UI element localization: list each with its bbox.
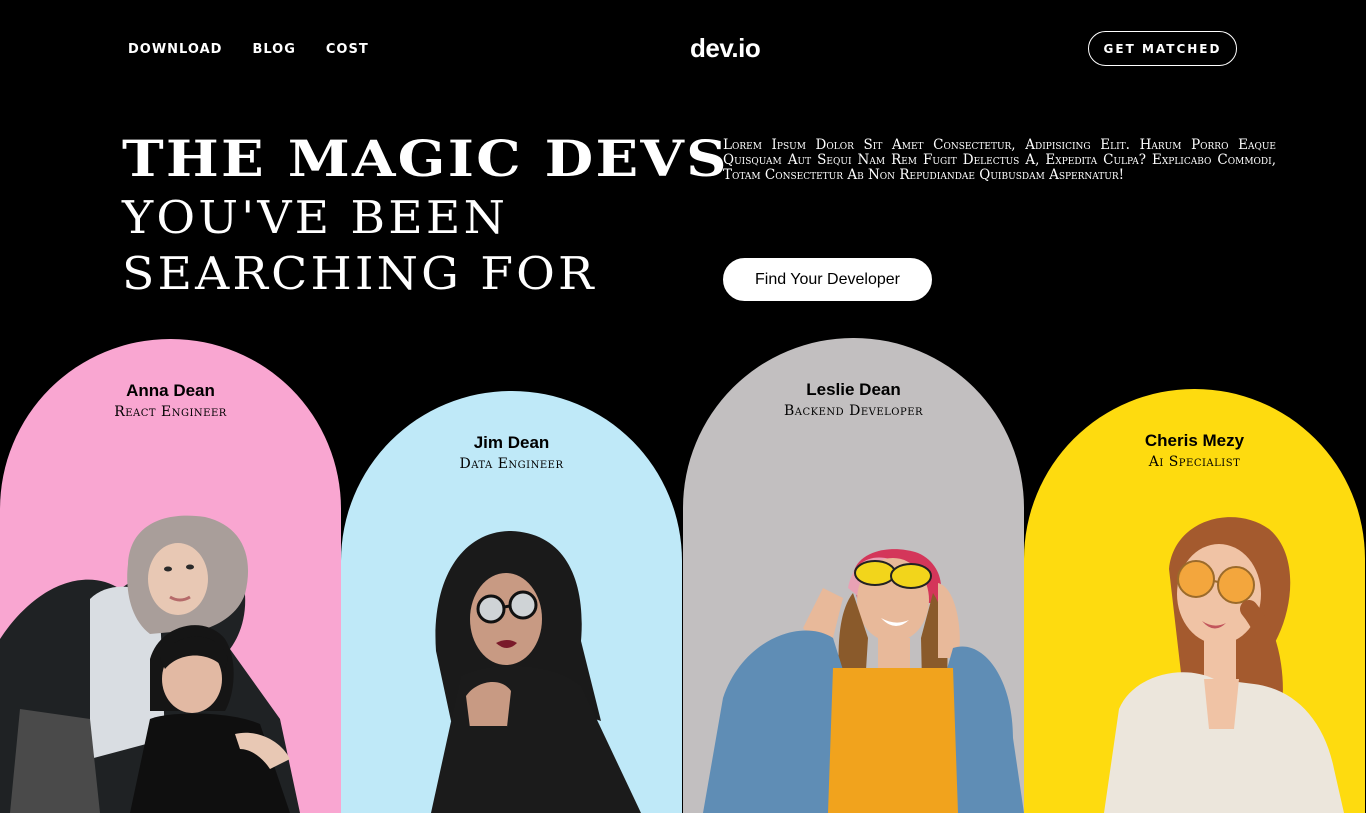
hero-title-line-3: SEARCHING FOR [122,247,597,300]
get-matched-button[interactable]: GET MATCHED [1088,31,1237,66]
nav-links: DOWNLOAD BLOG COST [128,42,369,57]
developer-photo [431,531,641,813]
logo[interactable]: dev.io [690,33,761,64]
developer-card-cheris[interactable]: Cheris Mezy Ai Specialist [1024,389,1365,813]
developer-photo [703,549,1024,813]
hero-title-line-1: THE MAGIC DEVS [122,129,729,188]
developer-photo [0,515,300,813]
developer-card-jim[interactable]: Jim Dean Data Engineer [341,391,682,813]
developer-card-anna[interactable]: Anna Dean React Engineer [0,339,341,813]
hero-title-line-2: YOU'VE BEEN [122,191,509,244]
hero-title: THE MAGIC DEVS YOU'VE BEEN SEARCHING FOR [122,128,727,302]
nav-cost-link[interactable]: COST [326,42,369,57]
nav-blog-link[interactable]: BLOG [252,42,295,57]
hero-description: Lorem Ipsum Dolor Sit Amet Consectetur, … [723,137,1276,183]
nav-download-link[interactable]: DOWNLOAD [128,42,222,57]
find-developer-button[interactable]: Find Your Developer [723,258,932,301]
developer-photo [1104,517,1344,813]
developer-card-leslie[interactable]: Leslie Dean Backend Developer [683,338,1024,813]
